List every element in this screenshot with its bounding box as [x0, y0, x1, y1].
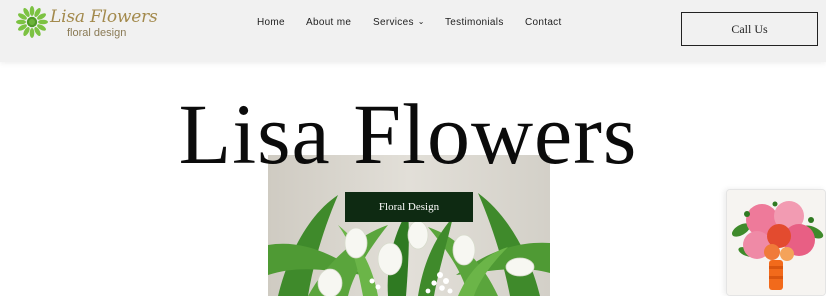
nav-item-label: Home	[257, 17, 285, 28]
brand-tagline: floral design	[67, 27, 127, 39]
call-us-button[interactable]: Call Us	[681, 12, 818, 46]
nav-item-label: Services	[373, 17, 414, 28]
site-header: Lisa Flowers floral design Home About me…	[0, 0, 826, 62]
nav-item-contact[interactable]: Contact	[525, 17, 562, 28]
hero-title: Lisa Flowers	[178, 86, 638, 182]
nav-item-label: About me	[306, 17, 352, 28]
nav-item-about-me[interactable]: About me	[306, 17, 351, 28]
floral-design-label: Floral Design	[378, 201, 440, 213]
call-us-label: Call Us	[731, 21, 768, 36]
nav-item-label: Testimonials	[445, 17, 504, 28]
daisy-icon	[16, 6, 48, 38]
floral-design-button[interactable]: Floral Design	[345, 192, 473, 222]
chevron-down-icon: ⌄	[417, 17, 425, 26]
nav-item-label: Contact	[525, 17, 562, 28]
nav-item-home[interactable]: Home	[257, 17, 285, 28]
brand-logo[interactable]: Lisa Flowers floral design	[16, 6, 158, 40]
nav-item-services[interactable]: Services ⌄	[373, 17, 425, 28]
brand-name: Lisa Flowers	[50, 7, 158, 27]
bouquet-thumbnail[interactable]	[726, 189, 826, 296]
rose-bouquet-illustration	[727, 190, 825, 295]
nav-item-testimonials[interactable]: Testimonials	[445, 17, 504, 28]
